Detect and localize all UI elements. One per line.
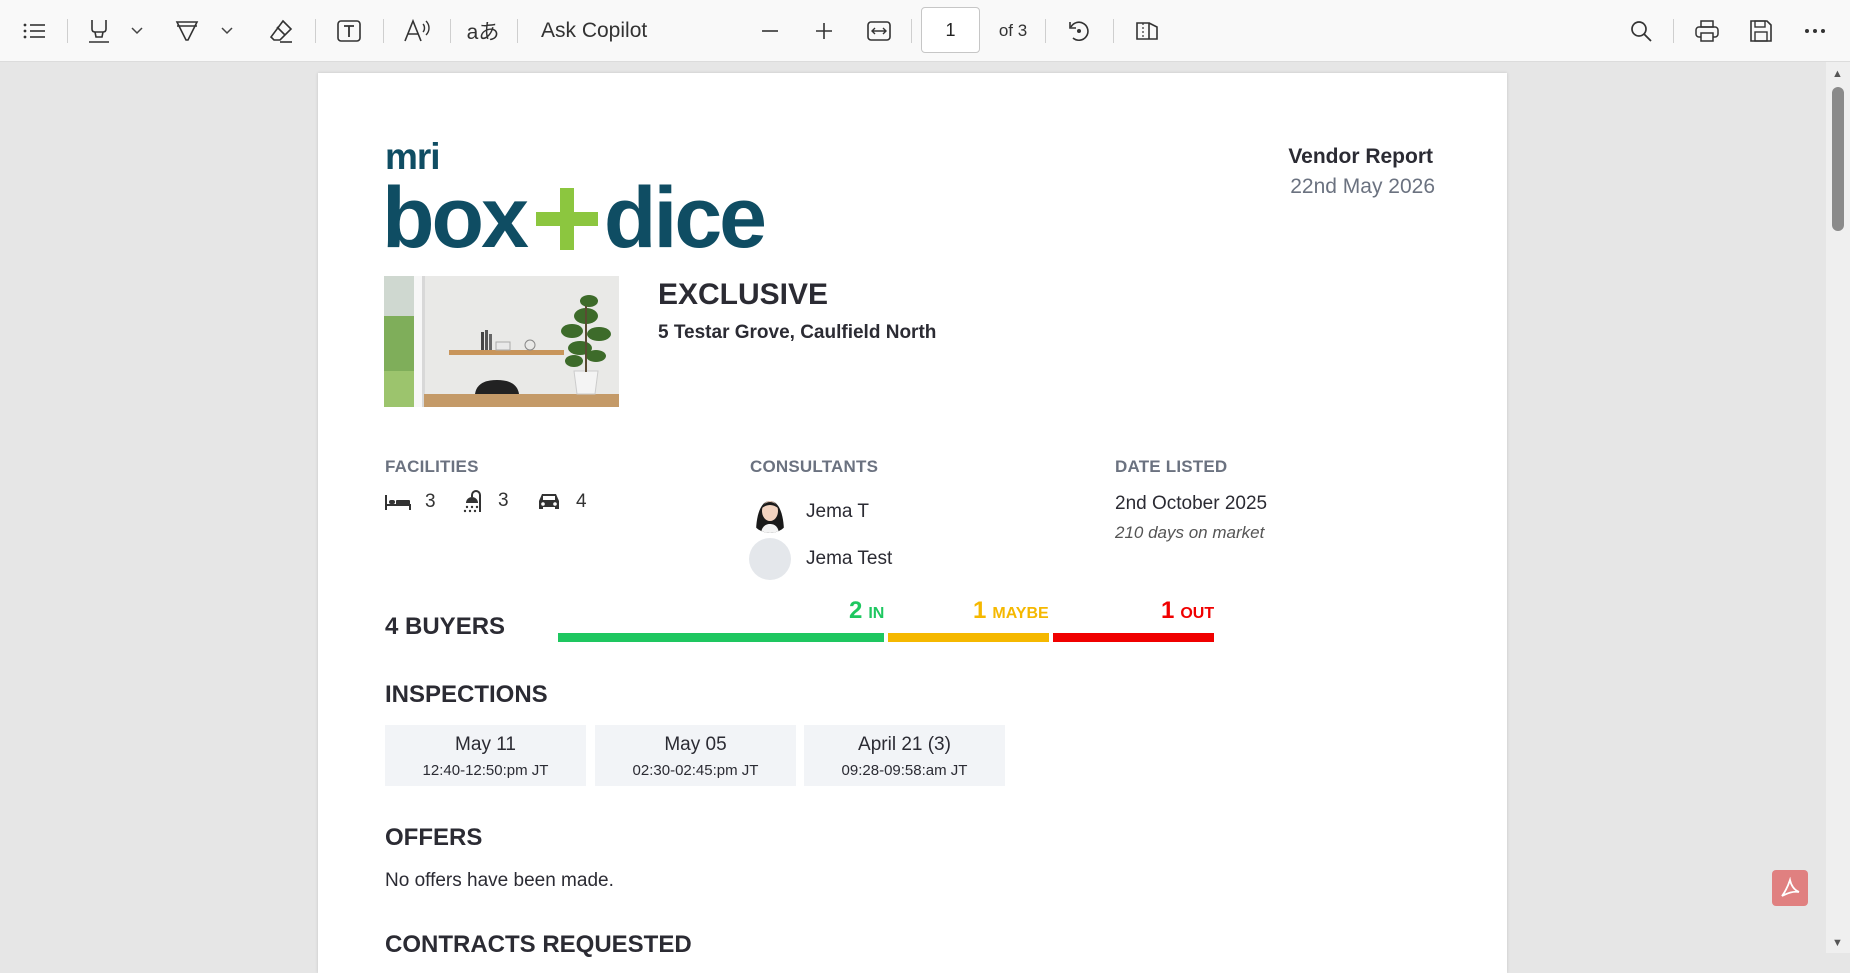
adobe-acrobat-icon[interactable]: [1772, 870, 1808, 906]
buyers-out-bar: [1053, 633, 1214, 642]
inspection-date: April 21 (3): [858, 734, 951, 755]
consultant-name: Jema T: [806, 501, 870, 522]
facilities-bed: 3: [385, 491, 436, 513]
buyers-in-count: 2: [849, 597, 863, 624]
shower-icon: [463, 490, 481, 513]
consultant-item: Jema T: [749, 491, 869, 533]
inspection-date: May 05: [664, 734, 727, 755]
buyers-title: 4 BUYERS: [385, 613, 506, 640]
toolbar-divider: [517, 19, 518, 43]
buyers-out-word: OUT: [1180, 605, 1215, 622]
toolbar-divider: [1045, 19, 1046, 43]
avatar: [749, 491, 791, 533]
scroll-down-arrow-icon[interactable]: ▼: [1832, 937, 1843, 949]
page-view-icon[interactable]: [1132, 14, 1162, 48]
chevron-down-icon[interactable]: [128, 14, 146, 48]
date-listed-label: DATE LISTED: [1115, 457, 1228, 476]
toolbar-divider: [911, 19, 912, 43]
bath-count: 3: [498, 490, 509, 511]
buyers-out-label: 1 OUT: [1161, 597, 1214, 625]
report-date: 22nd May 2026: [1290, 175, 1435, 198]
toolbar-divider: [1673, 19, 1674, 43]
inspection-card: May 05 02:30-02:45:pm JT: [595, 725, 796, 786]
buyers-in-word: IN: [868, 605, 885, 622]
buyers-in-label: 2 IN: [849, 597, 884, 625]
days-on-market: 210 days on market: [1115, 523, 1265, 542]
fit-width-icon[interactable]: [864, 14, 894, 48]
save-icon[interactable]: [1746, 14, 1776, 48]
facilities-bath: 3: [462, 489, 509, 513]
toolbar-divider: [383, 19, 384, 43]
buyers-maybe-bar: [888, 633, 1049, 642]
facilities-car: 4: [536, 491, 587, 513]
avatar: [749, 538, 791, 580]
bed-icon: [385, 495, 411, 510]
property-photo: [384, 276, 619, 407]
inspection-card: April 21 (3) 09:28-09:58:am JT: [804, 725, 1005, 786]
buyers-maybe-label: 1 MAYBE: [973, 597, 1049, 625]
contents-icon[interactable]: [18, 14, 50, 48]
property-address: 5 Testar Grove, Caulfield North: [658, 322, 937, 343]
zoom-in-icon[interactable]: [810, 14, 838, 48]
chevron-down-icon[interactable]: [218, 14, 236, 48]
bed-count: 3: [425, 491, 436, 512]
facilities-label: FACILITIES: [385, 457, 479, 476]
vertical-scrollbar[interactable]: ▲ ▼: [1826, 62, 1850, 953]
buyers-out-count: 1: [1161, 597, 1175, 624]
more-icon[interactable]: [1800, 14, 1830, 48]
toolbar-divider: [315, 19, 316, 43]
car-icon: [539, 494, 559, 509]
toolbar-divider: [1113, 19, 1114, 43]
pdf-toolbar: aあ Ask Copilot 1 of 3: [0, 0, 1850, 62]
plus-logo-icon: [535, 187, 598, 250]
erase-icon[interactable]: [266, 14, 296, 48]
listing-status: EXCLUSIVE: [658, 278, 829, 311]
date-listed-value: 2nd October 2025: [1115, 493, 1268, 514]
inspections-title: INSPECTIONS: [385, 681, 548, 708]
scroll-up-arrow-icon[interactable]: ▲: [1832, 68, 1843, 80]
buyers-maybe-count: 1: [973, 597, 987, 624]
box-dice-logo: box dice: [382, 169, 767, 268]
logo-word-box: box: [382, 170, 529, 266]
inspection-card: May 11 12:40-12:50:pm JT: [385, 725, 586, 786]
inspection-time: 02:30-02:45:pm JT: [632, 762, 759, 779]
consultants-label: CONSULTANTS: [750, 457, 879, 476]
rotate-icon[interactable]: [1064, 14, 1094, 48]
inspection-time: 09:28-09:58:am JT: [841, 762, 968, 779]
buyers-in-bar: [558, 633, 884, 642]
offers-text: No offers have been made.: [385, 870, 614, 891]
page-number-input[interactable]: 1: [921, 7, 980, 53]
page-count: of 3: [998, 21, 1028, 40]
print-icon[interactable]: [1692, 14, 1722, 48]
buyers-maybe-word: MAYBE: [992, 605, 1049, 622]
highlight-icon[interactable]: [84, 14, 114, 48]
zoom-out-icon[interactable]: [756, 14, 784, 48]
scrollbar-thumb[interactable]: [1832, 87, 1844, 231]
read-aloud-icon[interactable]: [402, 14, 432, 48]
inspection-date: May 11: [455, 734, 516, 755]
car-count: 4: [576, 491, 587, 512]
translate-icon[interactable]: aあ: [466, 14, 500, 48]
offers-title: OFFERS: [385, 824, 483, 851]
draw-icon[interactable]: [172, 14, 202, 48]
consultant-name: Jema Test: [806, 548, 893, 569]
report-title: Vendor Report: [1288, 145, 1433, 168]
contracts-title: CONTRACTS REQUESTED: [385, 931, 692, 958]
search-icon[interactable]: [1626, 14, 1656, 48]
inspection-time: 12:40-12:50:pm JT: [422, 762, 549, 779]
toolbar-divider: [67, 19, 68, 43]
consultant-item: Jema Test: [749, 538, 892, 580]
text-box-icon[interactable]: [334, 14, 364, 48]
toolbar-divider: [450, 19, 451, 43]
ask-copilot-button[interactable]: Ask Copilot: [541, 14, 651, 48]
pdf-page: mri box dice Vendor Report 22nd May 2026: [318, 73, 1507, 973]
logo-word-dice: dice: [603, 170, 767, 266]
